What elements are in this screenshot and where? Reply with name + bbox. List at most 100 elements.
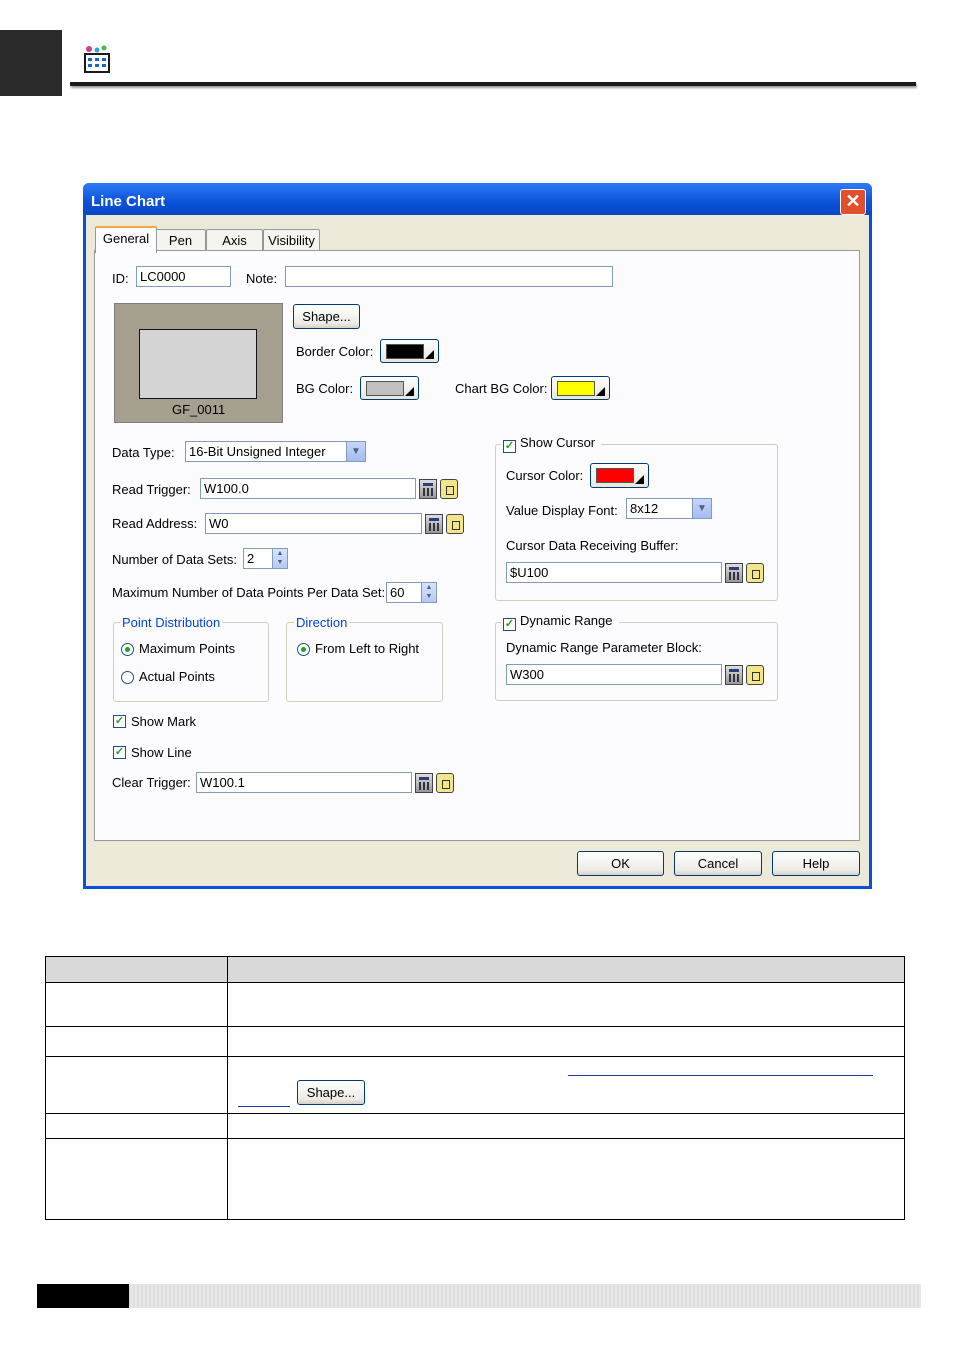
footer-page-block (37, 1284, 129, 1308)
read-trigger-field[interactable]: W100.0 (200, 478, 416, 499)
cross-reference-link[interactable] (238, 1106, 290, 1107)
shape-button[interactable]: Shape... (293, 304, 360, 329)
tab-axis[interactable]: Axis (206, 229, 263, 251)
direction-title: Direction (294, 615, 350, 630)
cursor-color-swatch (596, 468, 634, 483)
maximum-points-radio[interactable] (121, 643, 134, 656)
table-row-divider (46, 1138, 904, 1139)
tag-icon[interactable] (436, 773, 454, 793)
dropdown-triangle-icon (596, 387, 605, 396)
tag-icon[interactable] (446, 514, 464, 534)
dropdown-triangle-icon (405, 387, 414, 396)
table-row-divider (46, 982, 904, 983)
dynamic-range-title[interactable]: ✓ Dynamic Range (501, 613, 619, 631)
data-type-label: Data Type: (112, 445, 175, 460)
dynamic-range-label[interactable]: Dynamic Range (520, 613, 613, 628)
shape-preview-inner (139, 329, 257, 399)
shape-button-inline: Shape... (297, 1080, 365, 1105)
table-row-divider (46, 1026, 904, 1027)
border-color-label: Border Color: (296, 344, 374, 359)
property-table (45, 956, 905, 1220)
note-field[interactable] (285, 266, 613, 287)
show-mark-label[interactable]: Show Mark (131, 714, 196, 729)
tab-visibility[interactable]: Visibility (263, 229, 320, 251)
dialog-titlebar[interactable] (83, 183, 872, 215)
left-to-right-label[interactable]: From Left to Right (315, 641, 419, 656)
calculator-icon[interactable] (425, 514, 443, 534)
dropdown-triangle-icon (425, 350, 434, 359)
direction-group (286, 622, 443, 702)
chart-bg-color-swatch (557, 381, 595, 396)
point-distribution-group (113, 622, 269, 702)
value-font-label: Value Display Font: (506, 503, 618, 518)
border-color-swatch (386, 344, 424, 359)
actual-points-radio[interactable] (121, 671, 134, 684)
spin-arrows-icon[interactable]: ▲ ▼ (272, 548, 288, 569)
max-points-label: Maximum Number of Data Points Per Data S… (112, 585, 386, 600)
header-rule (70, 82, 916, 86)
shape-name: GF_0011 (172, 402, 226, 417)
chart-bg-color-label: Chart BG Color: (455, 381, 548, 396)
dynamic-block-field[interactable]: W300 (506, 664, 722, 685)
dynamic-range-group (495, 622, 778, 701)
dynamic-block-label: Dynamic Range Parameter Block: (506, 640, 702, 655)
tag-icon[interactable] (746, 665, 764, 685)
cursor-buffer-label: Cursor Data Receiving Buffer: (506, 538, 679, 553)
show-cursor-checkbox[interactable]: ✓ (503, 440, 516, 453)
spin-arrows-icon[interactable]: ▲ ▼ (421, 582, 437, 603)
table-column-divider (227, 957, 228, 1219)
calculator-icon[interactable] (725, 563, 743, 583)
calculator-icon[interactable] (415, 773, 433, 793)
tab-pen[interactable]: Pen (155, 229, 206, 251)
read-trigger-label: Read Trigger: (112, 482, 191, 497)
actual-points-label[interactable]: Actual Points (139, 669, 215, 684)
left-to-right-radio[interactable] (297, 643, 310, 656)
calculator-icon[interactable] (419, 479, 437, 499)
close-icon[interactable]: ✕ (840, 189, 866, 215)
chart-app-icon (84, 45, 110, 73)
num-data-sets-label: Number of Data Sets: (112, 552, 237, 567)
tab-general[interactable]: General (95, 226, 157, 253)
clear-trigger-label: Clear Trigger: (112, 775, 191, 790)
clear-trigger-field[interactable]: W100.1 (196, 772, 412, 793)
show-line-label[interactable]: Show Line (131, 745, 192, 760)
border-color-button[interactable] (380, 339, 439, 363)
show-mark-checkbox[interactable]: ✓ (113, 715, 126, 728)
num-data-sets-field[interactable]: 2 (243, 548, 273, 569)
dropdown-triangle-icon (635, 475, 644, 484)
id-label: ID: (112, 271, 129, 286)
show-cursor-title[interactable]: ✓ Show Cursor (501, 435, 602, 453)
ok-button[interactable]: OK (577, 851, 664, 876)
chart-bg-color-button[interactable] (551, 376, 610, 400)
bg-color-button[interactable] (360, 376, 419, 400)
bg-color-label: BG Color: (296, 381, 354, 396)
cursor-color-button[interactable] (590, 463, 649, 488)
chevron-down-icon[interactable]: ▼ (346, 442, 365, 461)
data-type-select[interactable]: 16-Bit Unsigned Integer (185, 441, 366, 462)
read-address-label: Read Address: (112, 516, 198, 531)
dialog-title: Line Chart (91, 193, 166, 210)
show-cursor-label[interactable]: Show Cursor (520, 435, 595, 450)
table-row-divider (46, 1056, 904, 1057)
calculator-icon[interactable] (725, 665, 743, 685)
dynamic-range-checkbox[interactable]: ✓ (503, 618, 516, 631)
cursor-buffer-field[interactable]: $U100 (506, 562, 722, 583)
chevron-down-icon[interactable]: ▼ (692, 499, 711, 518)
max-points-field[interactable]: 60 (386, 582, 422, 603)
note-label: Note: (246, 271, 278, 286)
read-address-field[interactable]: W0 (205, 513, 422, 534)
maximum-points-label[interactable]: Maximum Points (139, 641, 235, 656)
cancel-button[interactable]: Cancel (674, 851, 762, 876)
show-line-checkbox[interactable]: ✓ (113, 746, 126, 759)
cursor-color-label: Cursor Color: (506, 468, 584, 483)
bg-color-swatch (366, 381, 404, 396)
tag-icon[interactable] (746, 563, 764, 583)
chapter-side-tab (0, 30, 62, 96)
help-button[interactable]: Help (772, 851, 860, 876)
point-distribution-title: Point Distribution (120, 615, 223, 630)
tag-icon[interactable] (440, 479, 458, 499)
cross-reference-link[interactable] (568, 1075, 873, 1076)
footer-band (129, 1284, 921, 1308)
table-row-divider (46, 1113, 904, 1114)
id-field[interactable]: LC0000 (136, 266, 231, 287)
